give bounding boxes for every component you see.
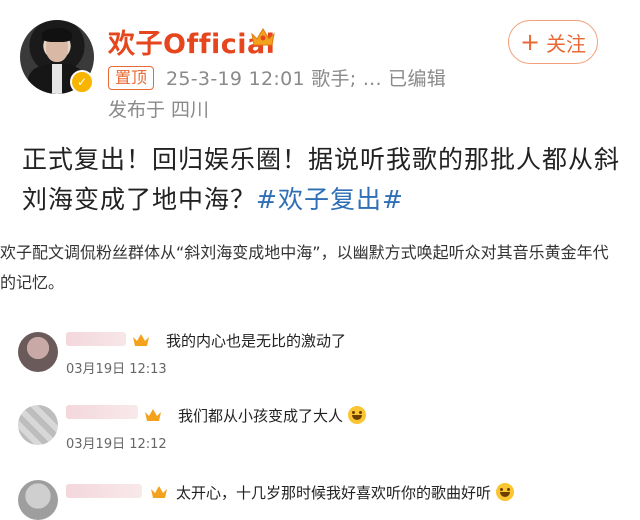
comment-item: 我的内心也是无比的激动了 03月19日 12:13 [0, 322, 640, 382]
commenter-avatar[interactable] [18, 405, 58, 445]
comment-time: 03月19日 12:13 [66, 362, 167, 377]
commenter-name-blurred[interactable] [66, 484, 142, 498]
comment-text: 太开心，十几岁那时候我好喜欢听你的歌曲好听 [176, 484, 492, 502]
follow-label: 关注 [546, 31, 587, 56]
comment-text-wrap: 我们都从小孩变成了大人 [178, 405, 366, 426]
crown-icon [133, 334, 149, 346]
post-location: 发布于 四川 [108, 99, 210, 121]
avatar-hair [42, 28, 72, 42]
comment-time: 03月19日 12:12 [66, 437, 167, 452]
smile-emoji-icon [495, 483, 514, 501]
comment-text: 我的内心也是无比的激动了 [166, 332, 347, 350]
crown-icon [145, 409, 161, 421]
post-text-block: 正式复出！回归娱乐圈！据说听我歌的那批人都从斜刘海变成了地中海？#欢子复出# [22, 140, 622, 220]
crown-icon [251, 28, 275, 46]
crown-icon [151, 486, 167, 498]
laugh-emoji-icon [347, 406, 366, 424]
post-meta: 25-3-19 12:01 歌手; ... 已编辑 [166, 68, 447, 90]
comment-item: 我们都从小孩变成了大人 03月19日 12:12 [0, 395, 640, 455]
pinned-badge: 置顶 [108, 66, 155, 90]
comment-text: 我们都从小孩变成了大人 [178, 407, 344, 425]
comment-item: 太开心，十几岁那时候我好喜欢听你的歌曲好听 [0, 472, 640, 520]
commenter-avatar[interactable] [18, 332, 58, 372]
article-caption: 欢子配文调侃粉丝群体从“斜刘海变成地中海”，以幽默方式唤起听众对其音乐黄金年代的… [0, 243, 609, 292]
plus-icon: + [519, 28, 541, 56]
commenter-name-blurred[interactable] [66, 405, 138, 419]
avatar-shirt [52, 64, 62, 94]
hashtag-link[interactable]: #欢子复出# [256, 185, 404, 214]
comment-text-wrap: 太开心，十几岁那时候我好喜欢听你的歌曲好听 [176, 482, 514, 503]
commenter-avatar[interactable] [18, 480, 58, 520]
commenter-name-blurred[interactable] [66, 332, 126, 346]
follow-button[interactable]: + 关注 [508, 20, 598, 64]
verified-badge-icon: ✓ [70, 70, 94, 94]
